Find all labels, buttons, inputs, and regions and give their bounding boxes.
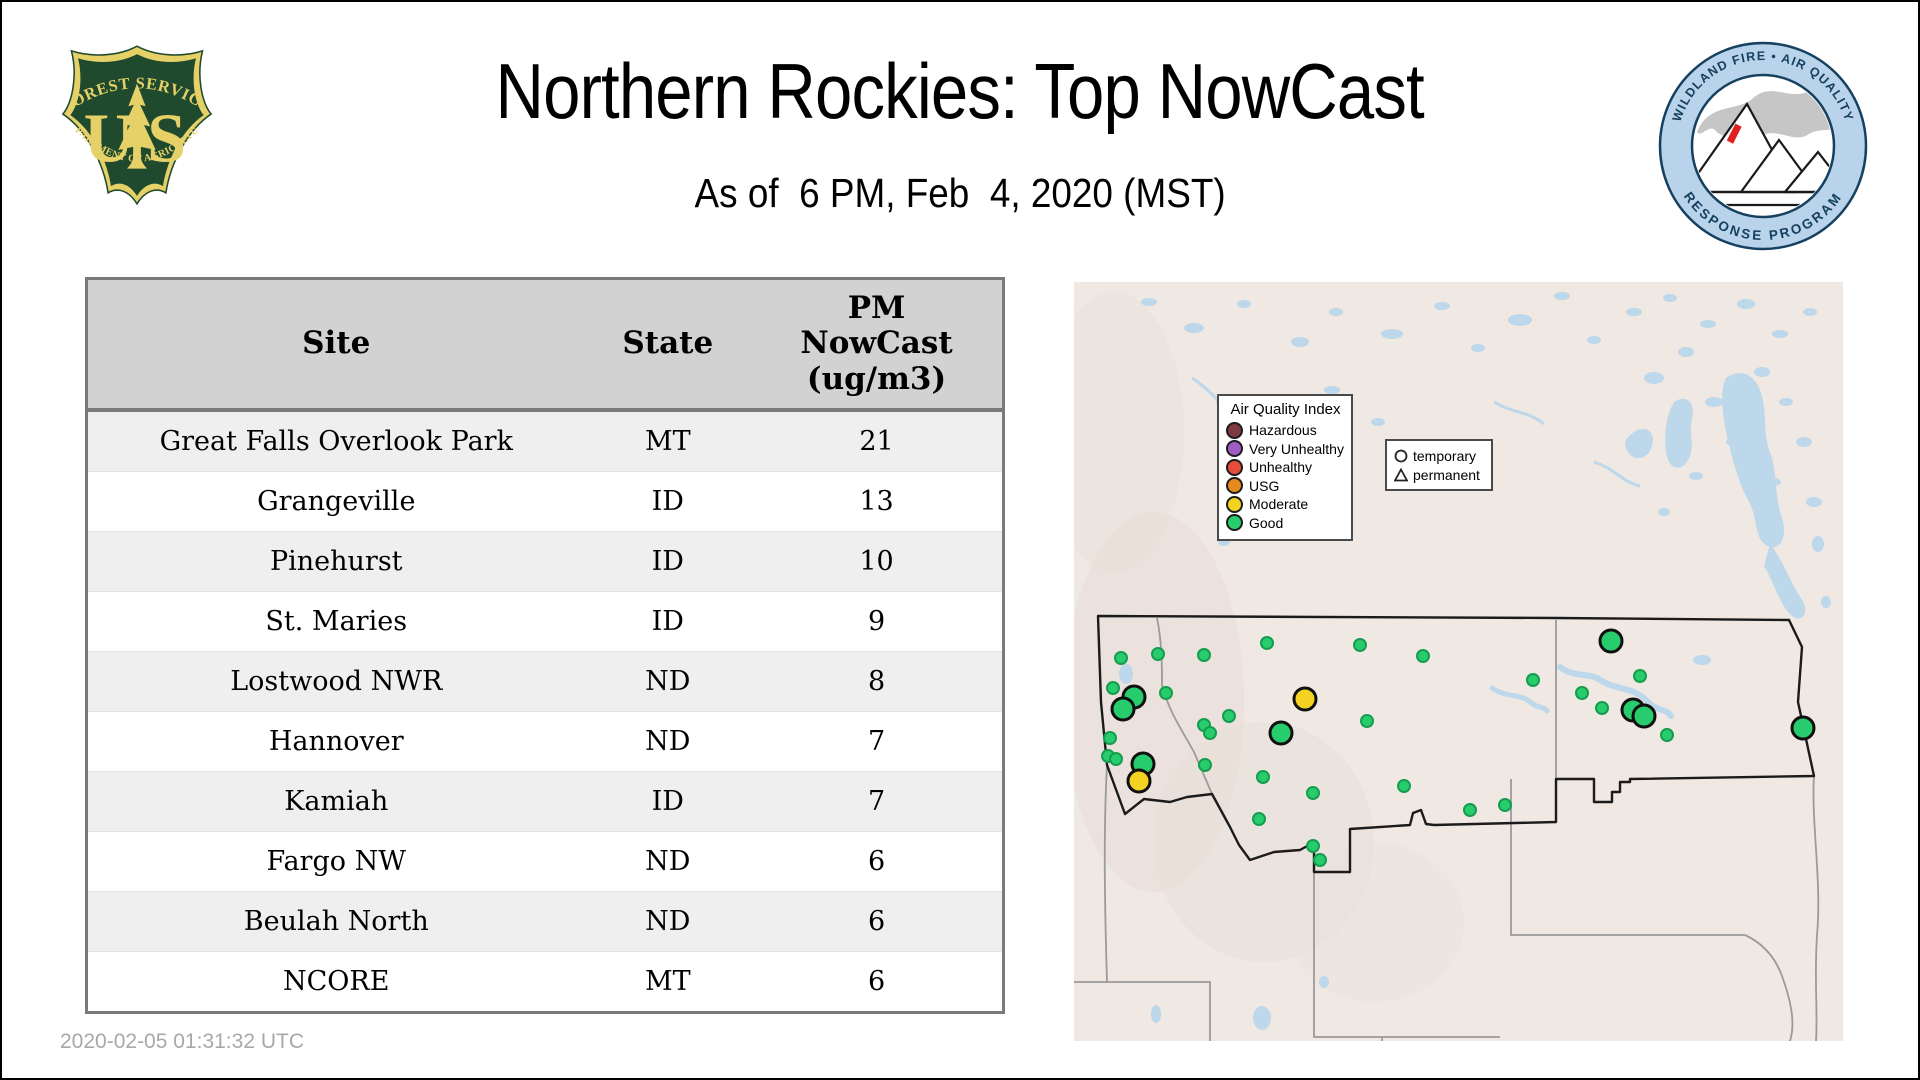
cell-site: Great Falls Overlook Park (86, 409, 585, 472)
cell-site: Beulah North (86, 891, 585, 952)
cell-state: ID (584, 531, 752, 592)
slide: FOREST SERVICE DEPARTMENT OF AGRICULTURE… (0, 0, 1920, 1080)
monitor-dot-small[interactable] (1106, 681, 1120, 695)
cell-site: St. Maries (86, 591, 585, 652)
table-row: Hannover ND 7 (86, 711, 1004, 772)
table-row: Kamiah ID 7 (86, 771, 1004, 832)
table-row: Grangeville ID 13 (86, 471, 1004, 532)
monitor-dot-small[interactable] (1397, 779, 1411, 793)
monitor-dot-small[interactable] (1197, 648, 1211, 662)
table-row: Pinehurst ID 10 (86, 531, 1004, 592)
monitor-dot-small[interactable] (1313, 853, 1327, 867)
usfs-shield-icon: FOREST SERVICE DEPARTMENT OF AGRICULTURE… (53, 23, 213, 206)
monitor-dot-large[interactable] (1292, 686, 1318, 712)
usfs-monogram-s: S (147, 100, 186, 178)
table-row: Beulah North ND 6 (86, 891, 1004, 952)
cell-pm-value: 6 (751, 951, 1004, 1013)
monitor-dot-large[interactable] (1126, 768, 1152, 794)
monitor-dot-small[interactable] (1159, 686, 1173, 700)
monitor-dot-small[interactable] (1575, 686, 1589, 700)
monitor-dot-small[interactable] (1633, 669, 1647, 683)
page-title: Northern Rockies: Top NowCast (495, 47, 1425, 135)
monitor-dot-small[interactable] (1306, 786, 1320, 800)
monitor-dot-small[interactable] (1463, 803, 1477, 817)
cell-pm-value: 9 (751, 591, 1004, 652)
cell-pm-value: 7 (751, 771, 1004, 832)
table-row: St. Maries ID 9 (86, 591, 1004, 652)
monitor-dot-large[interactable] (1268, 720, 1294, 746)
monitor-dot-small[interactable] (1526, 673, 1540, 687)
monitor-dot-small[interactable] (1360, 714, 1374, 728)
monitor-dot-small[interactable] (1103, 731, 1117, 745)
cell-pm-value: 10 (751, 531, 1004, 592)
table-row: Lostwood NWR ND 8 (86, 651, 1004, 712)
monitor-dot-small[interactable] (1222, 709, 1236, 723)
wfaqrp-circle-icon: WILDLAND FIRE • AIR QUALITY RESPONSE PRO… (1658, 41, 1868, 251)
nowcast-table: Site State PM NowCast (ug/m3) Great Falls … (85, 277, 1005, 1014)
nowcast-table-body: Great Falls Overlook Park MT 21 Grangeville… (86, 409, 1004, 1013)
monitor-dot-small[interactable] (1260, 636, 1274, 650)
cell-state: ND (584, 651, 752, 712)
monitor-dot-small[interactable] (1595, 701, 1609, 715)
usfs-logo: FOREST SERVICE DEPARTMENT OF AGRICULTURE… (53, 23, 215, 219)
monitor-dot-small[interactable] (1198, 758, 1212, 772)
monitor-dot-small[interactable] (1416, 649, 1430, 663)
air-quality-map[interactable]: Air Quality Index Hazardous Very Unhealth… (1074, 282, 1843, 1041)
monitor-dot-large[interactable] (1790, 715, 1816, 741)
wfaqrp-logo: WILDLAND FIRE • AIR QUALITY RESPONSE PRO… (1657, 40, 1869, 257)
monitor-dot-large[interactable] (1631, 703, 1657, 729)
monitor-dot-small[interactable] (1151, 647, 1165, 661)
table-header-row: Site State PM NowCast (ug/m3) (86, 278, 1004, 412)
col-header-pm: PM NowCast (ug/m3) (751, 278, 1004, 412)
cell-site: Hannover (86, 711, 585, 772)
cell-state: MT (584, 409, 752, 472)
cell-pm-value: 13 (751, 471, 1004, 532)
cell-state: ID (584, 771, 752, 832)
col-header-state: State (584, 278, 752, 412)
cell-state: ND (584, 711, 752, 772)
cell-state: MT (584, 951, 752, 1013)
cell-state: ND (584, 831, 752, 892)
cell-pm-value: 8 (751, 651, 1004, 712)
page-subtitle: As of 6 PM, Feb 4, 2020 (MST) (694, 170, 1226, 216)
cell-state: ND (584, 891, 752, 952)
table-row: Fargo NW ND 6 (86, 831, 1004, 892)
marker-layer (1074, 282, 1843, 1041)
monitor-dot-small[interactable] (1306, 839, 1320, 853)
monitor-dot-small[interactable] (1114, 651, 1128, 665)
cell-pm-value: 6 (751, 831, 1004, 892)
cell-site: Pinehurst (86, 531, 585, 592)
cell-pm-value: 7 (751, 711, 1004, 772)
generated-timestamp: 2020-02-05 01:31:32 UTC (60, 1030, 304, 1053)
cell-site: Lostwood NWR (86, 651, 585, 712)
table-row: Great Falls Overlook Park MT 21 (86, 409, 1004, 472)
col-header-site: Site (86, 278, 585, 412)
monitor-dot-small[interactable] (1353, 638, 1367, 652)
cell-site: Grangeville (86, 471, 585, 532)
table-row: NCORE MT 6 (86, 951, 1004, 1013)
monitor-dot-large[interactable] (1598, 628, 1624, 654)
cell-pm-value: 21 (751, 409, 1004, 472)
monitor-dot-small[interactable] (1660, 728, 1674, 742)
monitor-dot-small[interactable] (1252, 812, 1266, 826)
cell-site: Fargo NW (86, 831, 585, 892)
monitor-dot-small[interactable] (1109, 752, 1123, 766)
cell-state: ID (584, 591, 752, 652)
monitor-dot-small[interactable] (1203, 726, 1217, 740)
cell-site: Kamiah (86, 771, 585, 832)
monitor-dot-small[interactable] (1498, 798, 1512, 812)
cell-state: ID (584, 471, 752, 532)
cell-site: NCORE (86, 951, 585, 1013)
cell-pm-value: 6 (751, 891, 1004, 952)
monitor-dot-large[interactable] (1110, 696, 1136, 722)
monitor-dot-small[interactable] (1256, 770, 1270, 784)
